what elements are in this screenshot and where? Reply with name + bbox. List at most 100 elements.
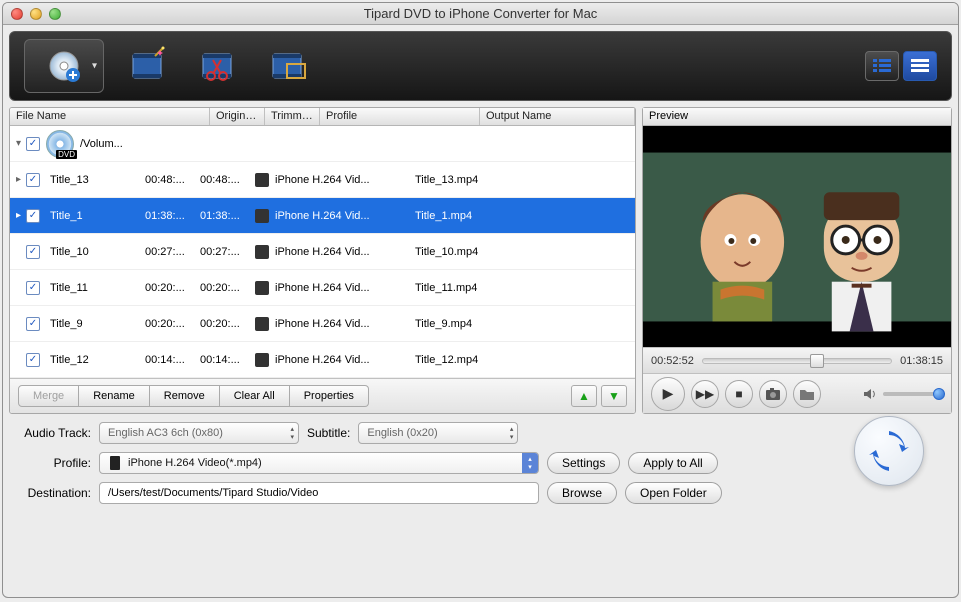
clear-all-button[interactable]: Clear All (220, 385, 290, 407)
row-filename: Title_12 (46, 354, 141, 366)
row-profile: iPhone H.264 Vid... (251, 317, 411, 331)
profile-icon (255, 209, 269, 223)
row-filename: Title_13 (46, 174, 141, 186)
file-list: File Name Original Le Trimmed L Profile … (9, 107, 636, 414)
window-minimize-button[interactable] (30, 8, 42, 20)
filmstrip-trim-icon (197, 46, 237, 86)
stop-button[interactable]: ■ (725, 380, 753, 408)
row-output-name: Title_12.mp4 (411, 354, 629, 366)
seek-thumb[interactable] (810, 354, 824, 368)
browse-button[interactable]: Browse (547, 482, 617, 504)
open-folder-button[interactable]: Open Folder (625, 482, 722, 504)
move-up-button[interactable]: ▲ (571, 385, 597, 407)
row-trimmed-length: 00:20:... (196, 282, 251, 294)
filmstrip-crop-icon (267, 46, 307, 86)
settings-button[interactable]: Settings (547, 452, 620, 474)
destination-label: Destination: (13, 486, 91, 500)
subtitle-select[interactable]: English (0x20) (358, 422, 518, 444)
table-row[interactable]: ✓ Title_11 00:20:... 00:20:... iPhone H.… (10, 270, 635, 306)
row-output-name: Title_13.mp4 (411, 174, 629, 186)
volume-icon (863, 387, 877, 401)
disclosure-triangle-icon[interactable]: ▸ (16, 174, 26, 185)
disc-add-icon (47, 49, 81, 83)
disclosure-triangle-icon[interactable]: ▾ (16, 138, 26, 149)
header-profile[interactable]: Profile (320, 108, 480, 125)
preview-label: Preview (643, 108, 951, 126)
list-view-button[interactable] (865, 51, 899, 81)
detail-icon (911, 59, 929, 73)
header-output-name[interactable]: Output Name (480, 108, 635, 125)
properties-button[interactable]: Properties (290, 385, 369, 407)
row-checkbox[interactable]: ✓ (26, 353, 40, 367)
table-row[interactable]: ✓ Title_12 00:14:... 00:14:... iPhone H.… (10, 342, 635, 378)
row-profile: iPhone H.264 Vid... (251, 209, 411, 223)
row-original-length: 00:20:... (141, 282, 196, 294)
step-forward-button[interactable]: ▶▶ (691, 380, 719, 408)
row-output-name: Title_9.mp4 (411, 318, 629, 330)
convert-button[interactable] (854, 416, 924, 486)
effect-button[interactable] (120, 39, 174, 93)
volume-thumb[interactable] (933, 388, 945, 400)
window-zoom-button[interactable] (49, 8, 61, 20)
crop-button[interactable] (260, 39, 314, 93)
row-original-length: 00:20:... (141, 318, 196, 330)
row-checkbox[interactable]: ✓ (26, 245, 40, 259)
trim-button[interactable] (190, 39, 244, 93)
row-filename: Title_9 (46, 318, 141, 330)
titlebar: Tipard DVD to iPhone Converter for Mac (3, 3, 958, 25)
audio-track-select[interactable]: English AC3 6ch (0x80) (99, 422, 299, 444)
header-trimmed-length[interactable]: Trimmed L (265, 108, 320, 125)
convert-arrows-icon (867, 429, 911, 473)
profile-icon (255, 317, 269, 331)
detail-view-button[interactable] (903, 51, 937, 81)
table-row[interactable]: ▸ ✓ Title_13 00:48:... 00:48:... iPhone … (10, 162, 635, 198)
row-original-length: 00:27:... (141, 246, 196, 258)
row-profile: iPhone H.264 Vid... (251, 353, 411, 367)
snapshot-folder-button[interactable] (793, 380, 821, 408)
row-original-length: 01:38:... (141, 210, 196, 222)
profile-select[interactable]: iPhone H.264 Video(*.mp4) (99, 452, 539, 474)
preview-seek-slider[interactable] (702, 358, 892, 364)
camera-icon (766, 388, 780, 400)
row-profile: iPhone H.264 Vid... (251, 173, 411, 187)
merge-button[interactable]: Merge (18, 385, 79, 407)
move-down-button[interactable]: ▼ (601, 385, 627, 407)
row-checkbox[interactable]: ✓ (26, 137, 40, 151)
row-trimmed-length: 01:38:... (196, 210, 251, 222)
table-row[interactable]: ✓ Title_9 00:20:... 00:20:... iPhone H.2… (10, 306, 635, 342)
row-output-name: Title_1.mp4 (411, 210, 629, 222)
profile-device-icon (108, 456, 122, 470)
snapshot-button[interactable] (759, 380, 787, 408)
window-close-button[interactable] (11, 8, 23, 20)
row-checkbox[interactable]: ✓ (26, 173, 40, 187)
table-row[interactable]: ▸ ✓ Title_1 01:38:... 01:38:... iPhone H… (10, 198, 635, 234)
row-profile: iPhone H.264 Vid... (251, 281, 411, 295)
volume-slider[interactable] (883, 392, 943, 396)
play-button[interactable]: ▶ (651, 377, 685, 411)
add-dvd-button[interactable] (24, 39, 104, 93)
row-output-name: Title_10.mp4 (411, 246, 629, 258)
row-checkbox[interactable]: ✓ (26, 281, 40, 295)
profile-icon (255, 245, 269, 259)
profile-label: Profile: (13, 456, 91, 470)
rename-button[interactable]: Rename (79, 385, 150, 407)
row-filename: Title_1 (46, 210, 141, 222)
remove-button[interactable]: Remove (150, 385, 220, 407)
disclosure-triangle-icon[interactable]: ▸ (16, 210, 26, 221)
header-original-length[interactable]: Original Le (210, 108, 265, 125)
table-row-root[interactable]: ▾ ✓ /Volum... (10, 126, 635, 162)
header-filename[interactable]: File Name (10, 108, 210, 125)
row-output-name: Title_11.mp4 (411, 282, 629, 294)
preview-frame-icon (643, 132, 951, 342)
row-original-length: 00:48:... (141, 174, 196, 186)
row-checkbox[interactable]: ✓ (26, 317, 40, 331)
apply-to-all-button[interactable]: Apply to All (628, 452, 717, 474)
dvd-disc-icon (46, 130, 74, 158)
destination-input[interactable]: /Users/test/Documents/Tipard Studio/Vide… (99, 482, 539, 504)
preview-video (643, 126, 951, 347)
row-checkbox[interactable]: ✓ (26, 209, 40, 223)
row-profile: iPhone H.264 Vid... (251, 245, 411, 259)
audio-track-label: Audio Track: (13, 426, 91, 440)
profile-icon (255, 353, 269, 367)
table-row[interactable]: ✓ Title_10 00:27:... 00:27:... iPhone H.… (10, 234, 635, 270)
